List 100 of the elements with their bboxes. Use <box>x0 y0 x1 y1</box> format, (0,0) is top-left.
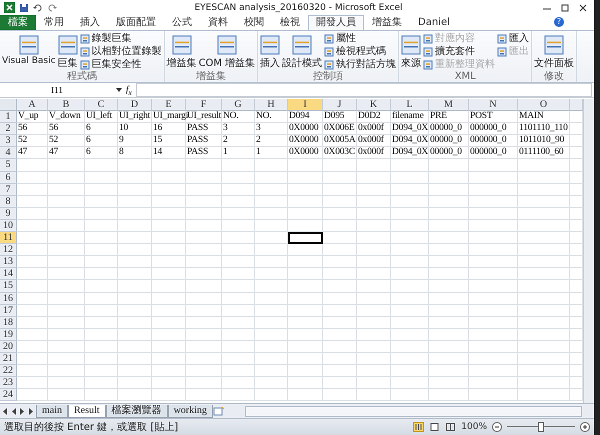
row-header[interactable]: 10 <box>0 220 17 232</box>
redo-icon[interactable] <box>47 2 57 12</box>
ribbon-tab[interactable]: 檢視 <box>272 15 308 30</box>
ribbon-button[interactable]: 檢視程式碼 <box>324 46 396 58</box>
row-header[interactable]: 12 <box>0 244 17 256</box>
sheet-tab[interactable]: Result <box>68 404 106 418</box>
ribbon-button[interactable]: 執行對話方塊 <box>324 59 396 71</box>
column-header[interactable]: G <box>222 99 255 112</box>
zoom-in-icon[interactable] <box>580 422 590 432</box>
ribbon-button[interactable]: 來源 <box>401 33 422 71</box>
zoom-level[interactable]: 100% <box>461 422 487 432</box>
ribbon-tab[interactable]: 校閱 <box>236 15 272 30</box>
row-header[interactable]: 13 <box>0 256 17 268</box>
row-header[interactable]: 7 <box>0 184 17 196</box>
row-header[interactable]: 22 <box>0 365 17 378</box>
ribbon-button[interactable]: 擴充套件 <box>423 46 496 58</box>
document-icon[interactable] <box>80 34 90 44</box>
ribbon-button[interactable]: 匯入 <box>497 33 530 45</box>
document-icon[interactable] <box>292 35 312 55</box>
ribbon-button[interactable]: 巨集 <box>58 33 78 71</box>
page-break-icon[interactable] <box>445 422 456 432</box>
row-header[interactable]: 14 <box>0 268 17 280</box>
column-header[interactable]: E <box>152 99 186 112</box>
row-header[interactable]: 9 <box>0 208 17 220</box>
document-icon[interactable] <box>80 47 90 57</box>
new-sheet-icon[interactable] <box>212 406 225 416</box>
row-header[interactable]: 21 <box>0 352 17 366</box>
name-box[interactable]: I11 <box>2 85 112 95</box>
ribbon-tab[interactable]: 開發人員 <box>308 15 364 30</box>
ribbon-button[interactable]: 文件面板 <box>534 33 574 71</box>
sheet-tab[interactable]: main <box>36 404 68 418</box>
caret-icon[interactable] <box>116 87 122 93</box>
document-icon[interactable] <box>324 34 334 44</box>
formula-field[interactable] <box>136 83 592 97</box>
document-icon[interactable] <box>18 35 39 55</box>
row-header[interactable]: 6 <box>0 172 17 184</box>
document-icon[interactable] <box>260 35 280 55</box>
ribbon-button[interactable]: COM 增益集 <box>198 33 256 71</box>
column-header[interactable]: K <box>357 99 391 112</box>
ribbon-tab[interactable]: 檔案 <box>0 15 36 30</box>
row-header[interactable]: 18 <box>0 316 17 329</box>
column-header[interactable]: D <box>118 99 152 112</box>
column-header[interactable]: N <box>469 99 518 112</box>
ribbon-tab[interactable]: 增益集 <box>364 15 410 30</box>
slider-thumb[interactable] <box>538 422 544 432</box>
ribbon-tab[interactable]: Daniel <box>410 15 458 30</box>
document-icon[interactable] <box>544 35 564 55</box>
document-icon[interactable] <box>497 34 508 44</box>
document-icon[interactable] <box>423 47 434 57</box>
ribbon-button[interactable]: 設計模式 <box>282 33 322 71</box>
document-icon[interactable] <box>172 35 192 55</box>
row-header[interactable]: 2 <box>0 123 17 136</box>
page-layout-icon[interactable] <box>429 422 440 432</box>
normal-view-icon[interactable] <box>413 422 424 432</box>
document-icon[interactable] <box>401 35 422 55</box>
column-header[interactable]: A <box>17 99 48 112</box>
row-header[interactable]: 15 <box>0 280 17 292</box>
column-header[interactable]: C <box>85 99 118 112</box>
ribbon-button[interactable]: 插入 <box>260 33 280 71</box>
ribbon-button[interactable]: Visual Basic <box>2 33 56 71</box>
row-header[interactable]: 5 <box>0 159 17 172</box>
zoom-out-icon[interactable] <box>492 422 502 432</box>
undo-icon[interactable] <box>33 2 43 12</box>
document-icon[interactable] <box>58 35 78 55</box>
save-icon[interactable] <box>19 2 29 12</box>
column-header[interactable]: F <box>186 99 222 112</box>
ribbon-button[interactable]: 錄製巨集 <box>80 33 162 45</box>
ribbon-tab[interactable]: 插入 <box>72 15 108 30</box>
ribbon-button[interactable]: 屬性 <box>324 33 396 45</box>
row-header[interactable]: 3 <box>0 135 17 148</box>
ribbon-tab[interactable]: 常用 <box>36 15 72 30</box>
column-header[interactable]: I <box>288 99 323 112</box>
ribbon-tab[interactable]: 公式 <box>164 15 200 30</box>
ribbon-tab[interactable]: 資料 <box>200 15 236 30</box>
column-header[interactable]: L <box>391 99 429 112</box>
document-icon[interactable] <box>324 60 334 70</box>
row-header[interactable]: 16 <box>0 292 17 305</box>
function-button[interactable]: f$_{x}$ <box>126 84 132 96</box>
ribbon-button[interactable]: 增益集 <box>166 33 197 71</box>
row-header[interactable]: 23 <box>0 377 17 390</box>
row-header[interactable]: 19 <box>0 328 17 341</box>
row-header[interactable]: 11 <box>0 232 17 244</box>
column-header[interactable]: O <box>518 99 570 112</box>
ribbon-tab[interactable]: 版面配置 <box>108 15 164 30</box>
column-header[interactable]: J <box>323 99 357 112</box>
ribbon-button[interactable]: 以相對位置錄製 <box>80 46 162 58</box>
help-icon[interactable]: ? <box>554 17 564 27</box>
ribbon-button[interactable]: 巨集安全性 <box>80 59 162 71</box>
row-header[interactable]: 20 <box>0 340 17 353</box>
active-cell[interactable] <box>288 232 323 244</box>
column-header[interactable]: M <box>429 99 469 112</box>
vertical-scrollbar[interactable] <box>583 99 594 403</box>
document-icon[interactable] <box>324 47 334 57</box>
column-header[interactable]: B <box>48 99 85 112</box>
column-header[interactable]: H <box>255 99 288 112</box>
row-header[interactable]: 24 <box>0 389 17 402</box>
row-header[interactable]: 17 <box>0 304 17 317</box>
row-header[interactable]: 4 <box>0 147 17 160</box>
row-header[interactable]: 8 <box>0 196 17 208</box>
document-icon[interactable] <box>216 35 237 55</box>
